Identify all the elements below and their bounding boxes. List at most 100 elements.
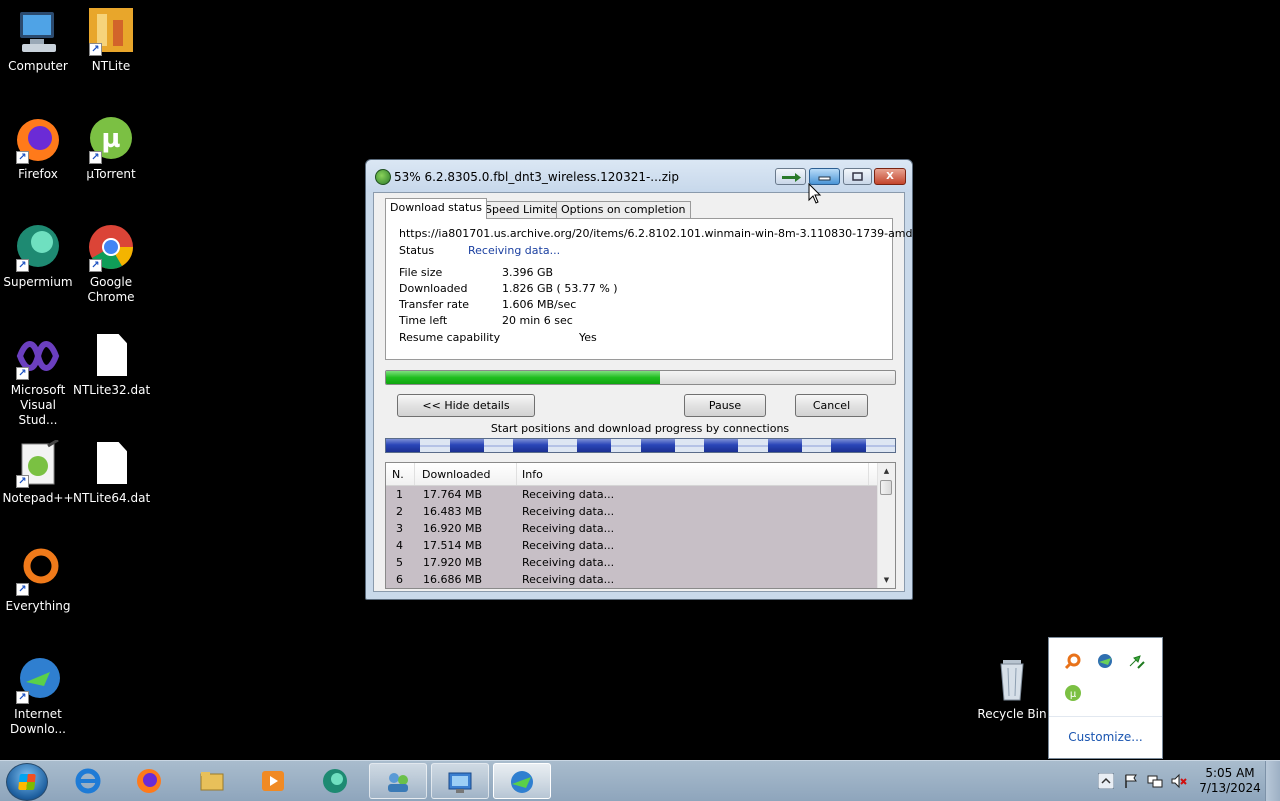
tab-download-status[interactable]: Download status [385,198,487,219]
close-button[interactable]: X [874,168,906,185]
table-row[interactable]: 3 16.920 MB Receiving data... [386,520,879,537]
system-clock[interactable]: 5:05 AM 7/13/2024 [1196,766,1264,796]
taskbar: 5:05 AM 7/13/2024 [0,760,1280,801]
maximize-button[interactable] [843,168,872,185]
desktop-icon-visual-studio[interactable]: ↗ Microsoft Visual Stud... [0,332,76,428]
desktop-icon-ntlite64-dat[interactable]: NTLite64.dat [73,440,150,506]
column-header-downloaded[interactable]: Downloaded [422,468,490,481]
notepad-plus-plus-icon: ↗ [14,438,62,488]
row-number: 5 [396,556,403,569]
column-header-n[interactable]: N. [392,468,404,481]
desktop-icon-label: NTLite32.dat [73,383,151,397]
taskbar-contacts-app[interactable] [369,763,427,799]
desktop-icon-ntlite32-dat[interactable]: NTLite32.dat [73,332,151,398]
desktop-icon-recycle-bin[interactable]: Recycle Bin [974,656,1050,722]
move-to-tray-button[interactable] [775,168,806,185]
table-row[interactable]: 5 17.920 MB Receiving data... [386,554,879,571]
taskbar-supermium[interactable] [307,763,365,799]
taskbar-internet-explorer[interactable] [60,763,118,799]
folder-icon [200,772,224,791]
taskbar-control-panel[interactable] [431,763,489,799]
start-button[interactable] [6,763,48,801]
desktop-icon-label: NTLite [91,59,131,73]
windows-logo-icon [18,774,36,790]
desktop-icon-utorrent[interactable]: µ ↗ µTorrent [73,116,149,182]
download-status-panel: https://ia801701.us.archive.org/20/items… [385,218,945,360]
desktop-icon-notepadpp[interactable]: ↗ Notepad++ [0,438,76,506]
taskbar-firefox[interactable] [121,763,179,799]
download-progress-bar [385,370,896,385]
table-row[interactable]: 4 17.514 MB Receiving data... [386,537,879,554]
desktop-icon-firefox[interactable]: ↗ Firefox [0,116,76,182]
transfer-rate-value: 1.606 MB/sec [502,298,577,311]
idm-tray-icon[interactable] [1096,652,1114,670]
connection-progress-segment [704,439,739,452]
row-info: Receiving data... [522,488,615,501]
desktop-icon-computer[interactable]: Computer [0,8,76,74]
window-titlebar[interactable]: 53% 6.2.8305.0.fbl_dnt3_wireless.120321-… [366,160,912,192]
desktop-icon-everything[interactable]: ↗ Everything [0,548,76,614]
desktop-icon-label: Notepad++ [2,491,74,505]
taskbar-internet-download-manager[interactable] [493,763,551,799]
column-divider[interactable] [414,463,415,485]
customize-link[interactable]: Customize... [1049,730,1162,744]
maximize-icon [852,172,863,181]
show-desktop-button[interactable] [1265,761,1280,801]
shortcut-arrow-icon: ↗ [89,259,102,272]
desktop-icon-internet-download-manager[interactable]: ↗ Internet Downlo... [0,656,76,737]
download-progress-window: 53% 6.2.8305.0.fbl_dnt3_wireless.120321-… [365,159,945,600]
desktop-icon-label: µTorrent [86,167,136,181]
idm-icon [511,771,533,793]
download-arrows-tray-icon[interactable] [1128,652,1146,670]
column-divider[interactable] [868,463,869,485]
column-divider[interactable] [516,463,517,485]
hide-details-button[interactable]: << Hide details [397,394,535,417]
desktop-icon-supermium[interactable]: ↗ Supermium [0,224,76,290]
idm-icon: ↗ [14,656,62,704]
popup-divider [1049,716,1162,717]
row-info: Receiving data... [522,505,615,518]
tab-options-on-completion[interactable]: Options on completion [556,201,691,218]
volume-muted-icon[interactable] [1171,773,1187,789]
file-size-value: 3.396 GB [502,266,554,279]
column-header-info[interactable]: Info [522,468,543,481]
cancel-button[interactable]: Cancel [795,394,868,417]
row-downloaded: 17.514 MB [423,539,483,552]
row-number: 2 [396,505,403,518]
taskbar-file-explorer[interactable] [184,763,242,799]
resume-capability-label: Resume capability [399,331,501,344]
table-row[interactable]: 6 16.686 MB Receiving data... [386,571,879,588]
transfer-rate-label: Transfer rate [399,298,470,311]
connection-progress-segment [513,439,548,452]
list-rows: 1 17.764 MB Receiving data... 2 16.483 MB Re… [386,486,879,588]
svg-text:µ: µ [101,124,120,154]
show-hidden-icons-button[interactable] [1097,772,1115,790]
table-row[interactable]: 2 16.483 MB Receiving data... [386,503,879,520]
vertical-scrollbar[interactable]: ▲ ▼ [877,463,895,588]
tab-speed-limiter[interactable]: Speed Limiter [480,201,567,218]
desktop-icon-ntlite[interactable]: ↗ NTLite [73,8,149,74]
idm-app-icon [375,169,391,185]
supermium-icon [323,769,347,793]
table-row[interactable]: 1 17.764 MB Receiving data... [386,486,879,503]
tray-overflow-popup: µ Customize... [1048,637,1163,759]
scroll-down-icon[interactable]: ▼ [878,572,895,588]
clock-date: 7/13/2024 [1199,781,1261,795]
scroll-up-icon[interactable]: ▲ [878,463,895,479]
supermium-icon: ↗ [14,224,62,272]
connection-progress-segment [640,439,675,452]
action-center-flag-icon[interactable] [1123,773,1139,789]
shortcut-arrow-icon: ↗ [16,259,29,272]
network-icon[interactable] [1147,773,1163,789]
scroll-thumb[interactable] [880,480,892,495]
utorrent-tray-icon[interactable]: µ [1064,684,1082,702]
everything-tray-icon[interactable] [1064,652,1082,670]
clock-time: 5:05 AM [1205,766,1255,780]
taskbar-media-player[interactable] [245,763,303,799]
row-number: 1 [396,488,403,501]
shortcut-arrow-icon: ↗ [16,367,29,380]
desktop-icon-chrome[interactable]: ↗ Google Chrome [73,224,149,305]
pause-button[interactable]: Pause [684,394,766,417]
connections-list[interactable]: N. Downloaded Info 1 17.764 MB Receiving d… [385,462,896,589]
time-left-label: Time left [399,314,448,327]
